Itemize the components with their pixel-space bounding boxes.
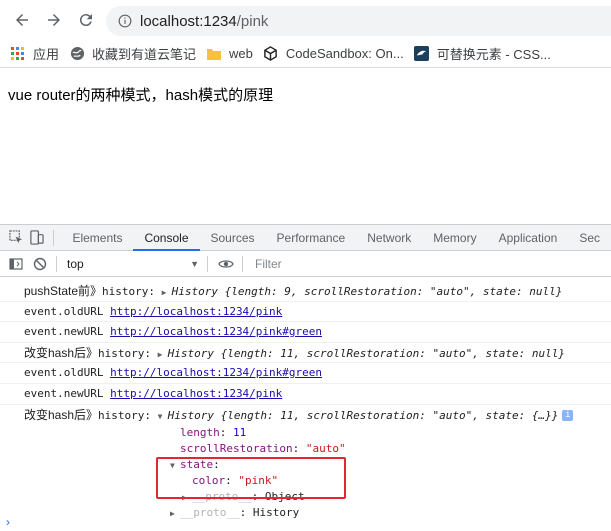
prop-value: History bbox=[252, 506, 300, 520]
log-label: event.oldURL bbox=[24, 366, 104, 380]
property-line: length: 11 bbox=[180, 426, 247, 440]
divider bbox=[52, 229, 54, 246]
bookmark-label: 收藏到有道云笔记 bbox=[92, 47, 197, 62]
reload-icon bbox=[79, 14, 92, 27]
arrow-left-icon bbox=[16, 14, 28, 26]
context-selector[interactable]: top ▼ bbox=[63, 254, 203, 274]
prop-value: 11 bbox=[233, 426, 247, 440]
console-line: event.newURL http://localhost:1234/pink#… bbox=[0, 322, 611, 343]
console-line: 改变hash后》history: ▶ History {length: 11, s… bbox=[0, 343, 611, 364]
filter-input[interactable]: Filter bbox=[255, 257, 282, 271]
page-heading: vue router的两种模式，hash模式的原理 bbox=[8, 87, 274, 104]
apps-grid-icon bbox=[10, 46, 26, 62]
globe-icon bbox=[69, 46, 85, 62]
console-toolbar: top ▼ Filter bbox=[0, 251, 611, 277]
log-link[interactable]: http://localhost:1234/pink#green bbox=[110, 366, 322, 379]
tab-network[interactable]: Network bbox=[356, 225, 422, 251]
bookmark-apps[interactable]: 应用 bbox=[10, 44, 59, 63]
highlight-box bbox=[156, 457, 346, 499]
console-line: event.oldURL http://localhost:1234/pink bbox=[0, 302, 611, 323]
bookmark-css[interactable]: 可替换元素 - CSS... bbox=[414, 44, 551, 63]
prop-key: scrollRestoration bbox=[180, 442, 293, 456]
context-value: top bbox=[67, 256, 84, 271]
log-label: event.oldURL bbox=[24, 304, 104, 318]
arrow-right-icon bbox=[48, 14, 60, 26]
url-text: localhost:1234/pink bbox=[140, 13, 268, 30]
bookmark-codesandbox[interactable]: CodeSandbox: On... bbox=[263, 46, 404, 62]
prop-value: "auto" bbox=[305, 442, 346, 456]
sidebar-toggle-icon[interactable] bbox=[4, 251, 28, 277]
log-label: pushState前》 bbox=[24, 284, 103, 298]
tab-application[interactable]: Application bbox=[488, 225, 569, 251]
property-line[interactable]: ▶ __proto__: History bbox=[0, 505, 611, 521]
bookmarks-bar: 应用 收藏到有道云笔记 web CodeSandbox: On... 可替换元素… bbox=[0, 40, 611, 68]
divider bbox=[56, 255, 57, 272]
tab-performance[interactable]: Performance bbox=[266, 225, 357, 251]
log-label: 改变hash后》 bbox=[24, 407, 99, 422]
log-link[interactable]: http://localhost:1234/pink bbox=[110, 305, 282, 318]
log-object[interactable]: History {length: 11, scrollRestoration: … bbox=[168, 347, 565, 360]
eye-icon[interactable] bbox=[214, 251, 238, 277]
expand-triangle-icon[interactable]: ▶ bbox=[170, 506, 180, 522]
tab-console[interactable]: Console bbox=[133, 225, 200, 251]
console-prompt-icon[interactable]: › bbox=[6, 515, 10, 529]
log-link[interactable]: http://localhost:1234/pink bbox=[110, 387, 282, 400]
clear-console-icon[interactable] bbox=[28, 251, 52, 277]
console-line: event.oldURL http://localhost:1234/pink#… bbox=[0, 363, 611, 384]
log-text: history: bbox=[98, 346, 158, 360]
bookmark-label: 可替换元素 - CSS... bbox=[436, 47, 551, 62]
log-link[interactable]: http://localhost:1234/pink#green bbox=[110, 325, 322, 338]
bookmark-label: CodeSandbox: On... bbox=[285, 46, 404, 61]
bookmark-label: web bbox=[229, 46, 253, 61]
devtools-tabbar: Elements Console Sources Performance Net… bbox=[0, 225, 611, 251]
expand-triangle-icon[interactable]: ▶ bbox=[158, 345, 168, 366]
property-line: scrollRestoration: "auto" bbox=[180, 442, 346, 456]
prop-key: __proto__ bbox=[180, 506, 240, 520]
bookmark-youdao[interactable]: 收藏到有道云笔记 bbox=[69, 44, 196, 63]
log-label: event.newURL bbox=[24, 325, 104, 339]
log-text: history: bbox=[102, 285, 162, 298]
dropdown-arrow-icon: ▼ bbox=[190, 258, 199, 269]
tab-elements[interactable]: Elements bbox=[61, 225, 133, 251]
collapse-triangle-icon[interactable]: ▼ bbox=[158, 407, 168, 428]
url-host: localhost:1234 bbox=[140, 12, 237, 30]
forward-button[interactable] bbox=[38, 4, 70, 36]
address-bar[interactable]: localhost:1234/pink bbox=[106, 6, 611, 36]
browser-toolbar: localhost:1234/pink bbox=[0, 0, 611, 40]
info-badge-icon[interactable]: i bbox=[562, 410, 574, 422]
reload-button[interactable] bbox=[70, 4, 102, 36]
device-toolbar-icon[interactable] bbox=[26, 225, 46, 251]
url-path: /pink bbox=[236, 12, 269, 30]
back-button[interactable] bbox=[6, 4, 38, 36]
bookmark-label: 应用 bbox=[33, 47, 60, 62]
tab-memory[interactable]: Memory bbox=[422, 225, 487, 251]
log-label: 改变hash后》 bbox=[24, 345, 99, 360]
log-object[interactable]: History {length: 9, scrollRestoration: "… bbox=[172, 285, 563, 298]
folder-icon bbox=[206, 46, 222, 62]
cube-icon bbox=[263, 46, 279, 62]
divider bbox=[207, 255, 208, 272]
divider bbox=[242, 255, 243, 272]
tab-sources[interactable]: Sources bbox=[200, 225, 266, 251]
console-line: event.newURL http://localhost:1234/pink bbox=[0, 384, 611, 405]
console-line: 改变hash后》history: ▼ History {length: 11, s… bbox=[0, 405, 611, 426]
log-object[interactable]: History {length: 11, scrollRestoration: … bbox=[168, 409, 559, 422]
log-label: event.newURL bbox=[24, 386, 104, 400]
prop-key: length bbox=[180, 426, 220, 440]
tab-security[interactable]: Sec bbox=[568, 225, 611, 251]
console-line: pushState前》history: ▶ History {length: 9,… bbox=[0, 281, 611, 302]
inspect-element-icon[interactable] bbox=[6, 225, 26, 251]
bird-icon bbox=[414, 46, 430, 62]
info-icon[interactable] bbox=[118, 14, 132, 28]
log-text: history: bbox=[98, 408, 158, 422]
bookmark-web[interactable]: web bbox=[206, 46, 253, 62]
expand-triangle-icon[interactable]: ▶ bbox=[162, 283, 172, 304]
